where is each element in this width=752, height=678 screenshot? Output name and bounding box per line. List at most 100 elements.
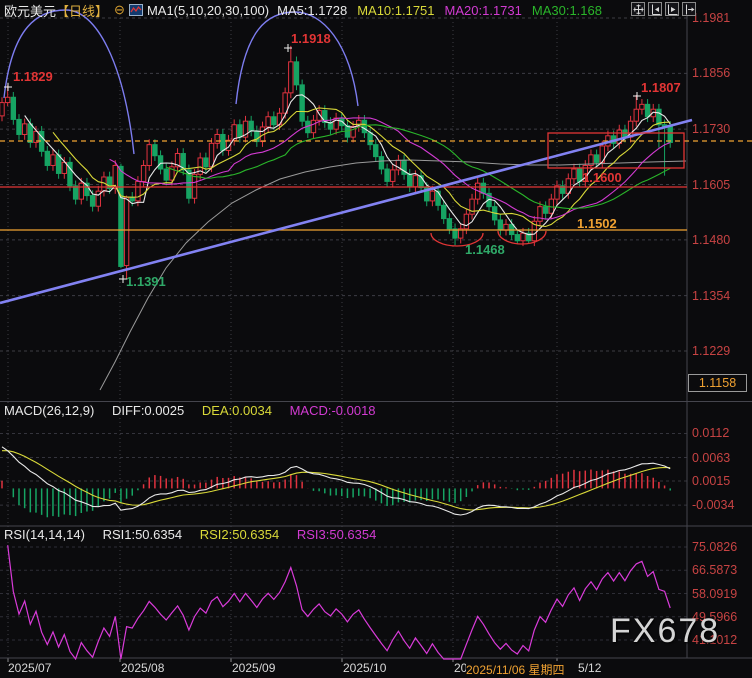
x-axis-label: 2025/07 xyxy=(8,661,51,675)
scale-left-icon[interactable] xyxy=(648,2,662,16)
y-axis-label: 1.1480 xyxy=(692,233,750,247)
collapse-icon[interactable]: ⊖ xyxy=(114,2,125,18)
chart-canvas[interactable] xyxy=(0,0,752,678)
annotation-low-oct: 1.1468 xyxy=(465,242,505,257)
rsi-line xyxy=(8,545,671,659)
macd-title: MACD(26,12,9) xyxy=(4,403,94,418)
candle xyxy=(572,169,576,179)
candle xyxy=(238,125,242,137)
candle xyxy=(504,224,508,230)
candle xyxy=(311,120,315,132)
mini-chart-icon[interactable] xyxy=(129,4,143,19)
macd-axis-label: 0.0112 xyxy=(692,426,750,440)
candles-layer xyxy=(0,46,672,279)
candle xyxy=(543,207,547,214)
candle xyxy=(204,158,208,167)
candle xyxy=(640,104,644,109)
candle xyxy=(147,145,151,166)
candle xyxy=(391,170,395,182)
annotation-low-aug: 1.1391 xyxy=(126,274,166,289)
macd-macd-value: MACD:-0.0018 xyxy=(290,403,376,418)
x-axis-label: 2025/09 xyxy=(232,661,275,675)
candle xyxy=(374,145,378,157)
candle xyxy=(294,62,298,85)
ma10-value: MA10:1.1751 xyxy=(357,3,434,18)
candle xyxy=(634,109,638,121)
gridlines xyxy=(0,14,687,662)
candle xyxy=(90,196,94,207)
candle xyxy=(300,85,304,121)
rsi-axis-label: 58.0919 xyxy=(692,587,750,601)
candle xyxy=(617,130,621,143)
candle xyxy=(442,205,446,218)
candle xyxy=(555,186,559,199)
trading-chart-app: 欧元美元 【日线】 ⊖ MA1(5,10,20,30,100) MA5:1.17… xyxy=(0,0,752,678)
candle xyxy=(289,62,293,93)
candle xyxy=(73,186,77,199)
candle xyxy=(413,176,417,187)
candle xyxy=(17,119,21,134)
candle xyxy=(498,220,502,230)
rsi2-value: RSI2:50.6354 xyxy=(200,527,280,542)
shift-right-icon[interactable] xyxy=(682,2,696,16)
candle xyxy=(221,134,225,150)
candle xyxy=(28,124,32,143)
symbol-title: 欧元美元 xyxy=(4,1,56,20)
annotation-support-red: 1.1600 xyxy=(582,170,622,185)
chart-toolbar xyxy=(631,2,696,16)
rsi-title-row: RSI(14,14,14) RSI1:50.6354 RSI2:50.6354 … xyxy=(4,527,390,542)
candle xyxy=(521,233,525,241)
candle xyxy=(436,191,440,205)
macd-dea-value: DEA:0.0034 xyxy=(202,403,272,418)
y-axis-label: 1.1856 xyxy=(692,66,750,80)
candle xyxy=(192,174,196,198)
x-axis-label: 2025/08 xyxy=(121,661,164,675)
candle xyxy=(447,219,451,229)
candle xyxy=(119,166,123,266)
candle xyxy=(79,183,83,199)
rsi-axis-label: 66.5873 xyxy=(692,563,750,577)
candle xyxy=(470,199,474,214)
y-axis-label: 1.1605 xyxy=(692,178,750,192)
rsi-title: RSI(14,14,14) xyxy=(4,527,85,542)
candle xyxy=(668,127,672,143)
x-axis-label: 2025/10 xyxy=(343,661,386,675)
macd-title-row: MACD(26,12,9) DIFF:0.0025 DEA:0.0034 MAC… xyxy=(4,403,390,418)
pan-move-icon[interactable] xyxy=(631,2,645,16)
ma20-value: MA20:1.1731 xyxy=(445,3,522,18)
y-axis-label: 1.1229 xyxy=(692,344,750,358)
rsi-axis-label: 75.0826 xyxy=(692,540,750,554)
candle xyxy=(266,117,270,127)
candle xyxy=(22,124,26,135)
candle xyxy=(51,155,55,166)
candle xyxy=(464,214,468,229)
annotation-high-jul: 1.1829 xyxy=(13,69,53,84)
candle xyxy=(215,134,219,143)
candle xyxy=(158,156,162,169)
rsi3-value: RSI3:50.6354 xyxy=(297,527,377,542)
candle xyxy=(379,157,383,169)
candle xyxy=(430,191,434,201)
macd-axis-label: 0.0015 xyxy=(692,474,750,488)
candle xyxy=(408,174,412,186)
candle xyxy=(153,145,157,156)
annotation-support-orange: 1.1502 xyxy=(577,216,617,231)
candle xyxy=(272,117,276,125)
trendline xyxy=(0,120,692,303)
candle xyxy=(481,183,485,193)
playback-icon[interactable] xyxy=(665,2,679,16)
candle xyxy=(351,127,355,138)
ma-settings-label: MA1(5,10,20,30,100) xyxy=(147,3,269,18)
candle xyxy=(5,97,9,102)
dea-line xyxy=(2,451,670,510)
candle xyxy=(515,235,519,241)
macd-diff-value: DIFF:0.0025 xyxy=(112,403,184,418)
annotation-high-sep: 1.1918 xyxy=(291,31,331,46)
candle xyxy=(141,165,145,181)
y-axis-label: 1.1730 xyxy=(692,122,750,136)
candle xyxy=(594,155,598,163)
candle xyxy=(385,169,389,181)
candle xyxy=(368,133,372,145)
candle xyxy=(130,197,134,201)
crosshair-date-tooltip: 2025/11/06 星期四 xyxy=(466,661,578,678)
